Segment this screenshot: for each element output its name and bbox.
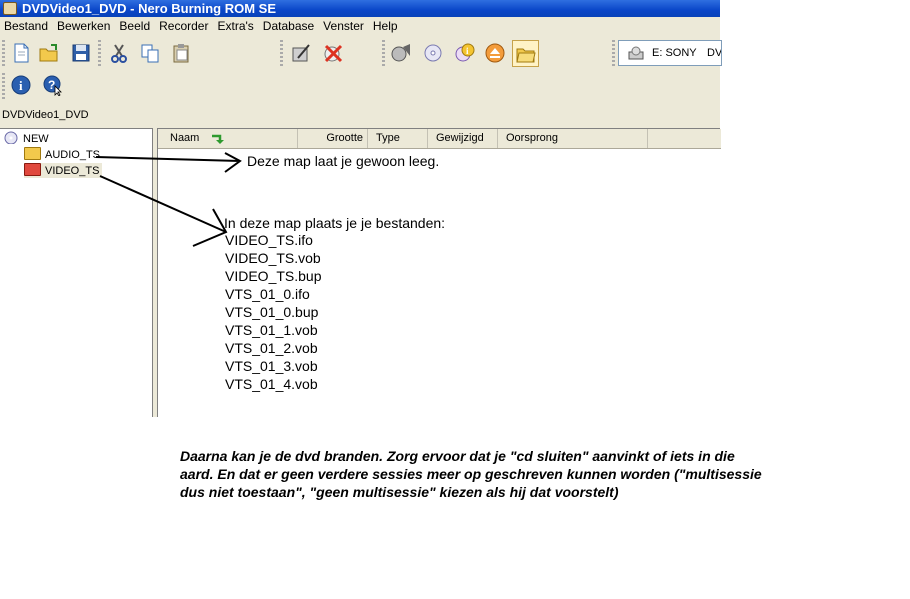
file-browser-button[interactable]: [512, 40, 539, 67]
recorder-icon: [391, 44, 410, 62]
menu-help[interactable]: Help: [369, 17, 403, 36]
menu-venster[interactable]: Venster: [319, 17, 369, 36]
edit-document-icon: [292, 44, 310, 62]
nero-app-icon[interactable]: [3, 2, 17, 15]
svg-text:i: i: [19, 78, 23, 93]
folder-icon: [24, 163, 41, 176]
video-folder-note: In deze map plaats je je bestanden:: [224, 215, 446, 231]
menu-extras[interactable]: Extra's: [213, 17, 258, 36]
open-folder-icon: [516, 48, 536, 63]
file-list-item: VTS_01_0.bup: [225, 304, 319, 320]
disc-info-icon: i: [455, 43, 475, 62]
disc-info-button[interactable]: [420, 40, 447, 67]
tree-item-video-ts[interactable]: VIDEO_TS: [24, 163, 103, 178]
burn-disc-icon: [324, 44, 343, 63]
file-list-item: VTS_01_4.vob: [225, 376, 318, 392]
compilation-path: DVDVideo1_DVD: [0, 102, 720, 128]
column-header: Naam Grootte Type Gewijzigd Oorsprong: [158, 129, 721, 149]
menu-database[interactable]: Database: [259, 17, 319, 36]
instruction-note: Daarna kan je de dvd branden. Zorg ervoo…: [180, 448, 762, 500]
file-list-item: VIDEO_TS.ifo: [225, 232, 313, 248]
info-icon: i: [11, 75, 31, 95]
file-list-item: VTS_01_1.vob: [225, 322, 318, 338]
recorder-label: E: SONY: [652, 47, 697, 59]
title-bar: DVDVideo1_DVD - Nero Burning ROM SE: [0, 0, 720, 17]
toolbar-grip[interactable]: [2, 73, 5, 99]
column-gewijzigd[interactable]: Gewijzigd: [428, 129, 498, 148]
menu-bewerken[interactable]: Bewerken: [53, 17, 115, 36]
copy-icon: [141, 44, 159, 63]
help-toolbar: i ?: [0, 71, 720, 102]
whats-this-button[interactable]: ?: [40, 72, 67, 99]
tree-item-label: VIDEO_TS: [45, 165, 100, 177]
delete-compilation-button[interactable]: [320, 40, 347, 67]
new-document-icon: [14, 43, 29, 63]
compilation-properties-button[interactable]: [288, 40, 315, 67]
menu-recorder[interactable]: Recorder: [155, 17, 213, 36]
file-list-item: VIDEO_TS.vob: [225, 250, 321, 266]
window-title: DVDVideo1_DVD - Nero Burning ROM SE: [22, 1, 277, 16]
audio-folder-note: Deze map laat je gewoon leeg.: [247, 153, 440, 169]
svg-text:?: ?: [48, 78, 55, 92]
toolbar-grip[interactable]: [2, 40, 5, 67]
toolbar-grip[interactable]: [98, 40, 101, 67]
paste-button[interactable]: [168, 40, 195, 67]
drive-icon: [628, 46, 644, 60]
column-grootte[interactable]: Grootte: [298, 129, 368, 148]
about-button[interactable]: i: [8, 72, 35, 99]
sort-arrow-icon: [212, 134, 224, 144]
file-list-item: VTS_01_0.ifo: [225, 286, 310, 302]
new-document-button[interactable]: [8, 40, 35, 67]
toolbar-grip[interactable]: [612, 40, 615, 67]
tree-item-audio-ts[interactable]: AUDIO_TS: [24, 147, 100, 162]
file-list-item: VIDEO_TS.bup: [225, 268, 322, 284]
file-list-item: VTS_01_3.vob: [225, 358, 318, 374]
file-list-item: VTS_01_2.vob: [225, 340, 318, 356]
toolbar-grip[interactable]: [280, 40, 283, 67]
menu-bestand[interactable]: Bestand: [0, 17, 53, 36]
tree-item-label: AUDIO_TS: [45, 149, 101, 161]
recorder-label-overflow: DV: [707, 47, 722, 59]
open-button[interactable]: [36, 40, 63, 67]
clipboard-paste-icon: [173, 44, 189, 63]
disc-icon: [424, 44, 442, 62]
compilation-tree: NEW AUDIO_TS VIDEO_TS: [0, 128, 153, 417]
cut-button[interactable]: [106, 40, 133, 67]
floppy-save-icon: [72, 44, 90, 62]
menu-beeld[interactable]: Beeld: [115, 17, 155, 36]
toolbar-grip[interactable]: [382, 40, 385, 67]
main-toolbar: i: [0, 36, 720, 72]
disc-icon: [4, 131, 18, 145]
recorder-button[interactable]: [388, 40, 415, 67]
column-naam[interactable]: Naam: [158, 129, 298, 148]
open-folder-icon: [39, 44, 58, 62]
copy-button[interactable]: [137, 40, 164, 67]
disc-properties-button[interactable]: i: [451, 40, 478, 67]
column-naam-label: Naam: [170, 132, 200, 144]
help-pointer-icon: ?: [43, 75, 62, 96]
tree-root[interactable]: NEW: [4, 131, 49, 146]
column-type[interactable]: Type: [368, 129, 428, 148]
scissors-icon: [111, 44, 127, 63]
recorder-select[interactable]: E: SONY DV: [618, 40, 722, 66]
tree-root-label: NEW: [23, 133, 49, 145]
menu-bar: Bestand Bewerken Beeld Recorder Extra's Datab…: [0, 17, 720, 36]
column-oorsprong[interactable]: Oorsprong: [498, 129, 648, 148]
folder-icon: [24, 147, 41, 160]
eject-button[interactable]: [482, 40, 509, 67]
save-button[interactable]: [68, 40, 95, 67]
eject-icon: [485, 43, 505, 63]
